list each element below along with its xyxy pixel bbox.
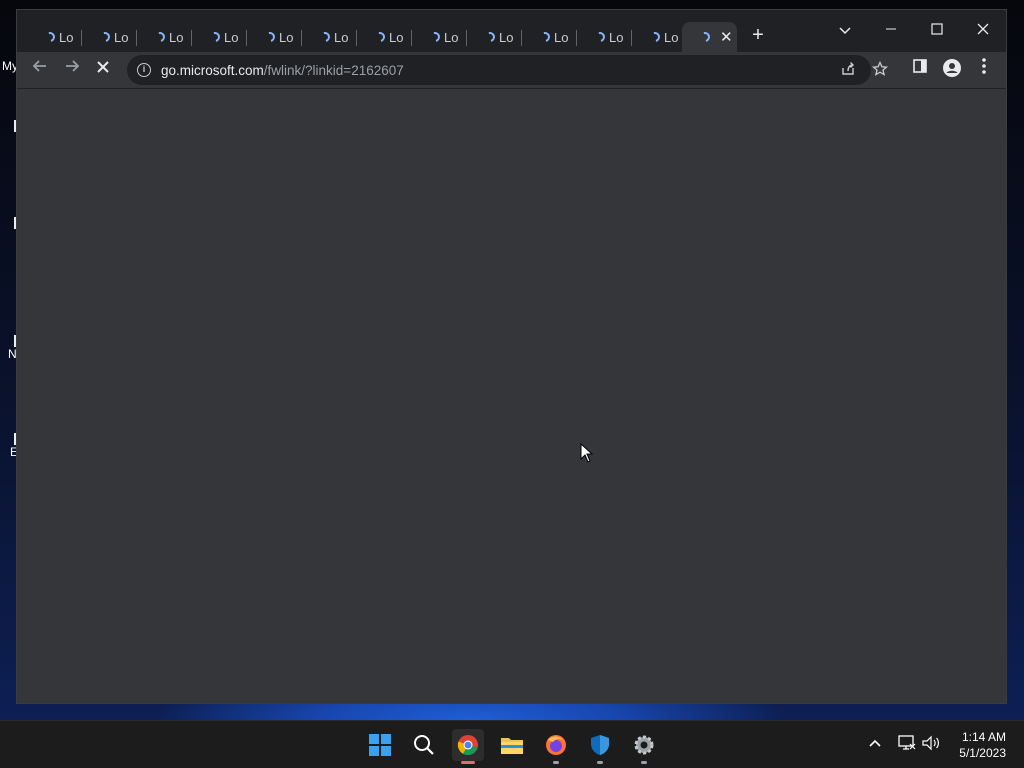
- loading-spinner-icon: [648, 30, 662, 44]
- network-icon[interactable]: [898, 735, 916, 754]
- forward-arrow-icon[interactable]: [60, 58, 84, 82]
- loading-spinner-icon: [538, 30, 552, 44]
- tab-title: Lo: [114, 29, 129, 45]
- loading-spinner-icon: [318, 30, 332, 44]
- tab-title: Lo: [554, 29, 569, 45]
- clock-date: 5/1/2023: [959, 746, 1006, 760]
- page-content[interactable]: [17, 89, 1006, 703]
- settings-icon[interactable]: [628, 729, 660, 764]
- file-explorer-icon[interactable]: [496, 729, 528, 761]
- taskbar: 1:14 AM 5/1/2023: [0, 720, 1024, 768]
- tab[interactable]: Lo: [27, 22, 82, 52]
- tab-strip: Lo Lo Lo Lo Lo Lo Lo Lo Lo Lo Lo Lo ✕ +: [17, 10, 1006, 52]
- desktop-icon-label: E: [10, 445, 19, 459]
- clock-time: 1:14 AM: [961, 730, 1006, 744]
- tab-title: Lo: [224, 29, 239, 45]
- desktop-icon[interactable]: E: [0, 433, 20, 459]
- tab-title: Lo: [334, 29, 349, 45]
- share-icon[interactable]: [836, 61, 860, 85]
- tab[interactable]: Lo: [412, 22, 467, 52]
- desktop-icon-label: My: [2, 59, 18, 73]
- firefox-icon[interactable]: [540, 729, 572, 764]
- kebab-menu-icon[interactable]: [972, 58, 996, 82]
- search-icon[interactable]: [408, 729, 440, 761]
- loading-spinner-icon: [593, 30, 607, 44]
- tab-active[interactable]: ✕: [682, 22, 737, 52]
- tab-title: Lo: [499, 29, 514, 45]
- close-window-icon[interactable]: [960, 16, 1006, 46]
- maximize-icon[interactable]: [914, 16, 960, 46]
- tab-title: Lo: [609, 29, 624, 45]
- close-tab-icon[interactable]: ✕: [720, 28, 733, 46]
- site-info-icon[interactable]: i: [137, 63, 151, 77]
- tab-title: Lo: [664, 29, 679, 45]
- defender-icon[interactable]: [584, 729, 616, 764]
- bookmark-star-icon[interactable]: [868, 60, 892, 85]
- tab-title: Lo: [389, 29, 404, 45]
- tab[interactable]: Lo: [137, 22, 192, 52]
- stop-loading-icon[interactable]: [91, 58, 115, 82]
- side-panel-icon[interactable]: [908, 58, 932, 82]
- tab-title: Lo: [59, 29, 74, 45]
- loading-spinner-icon: [698, 30, 712, 44]
- loading-spinner-icon: [208, 30, 222, 44]
- loading-spinner-icon: [153, 30, 167, 44]
- loading-spinner-icon: [428, 30, 442, 44]
- chevron-up-icon[interactable]: [868, 735, 882, 751]
- desktop-icon[interactable]: [0, 120, 20, 132]
- loading-spinner-icon: [483, 30, 497, 44]
- tab[interactable]: Lo: [82, 22, 137, 52]
- loading-spinner-icon: [263, 30, 277, 44]
- tab-search-icon[interactable]: [822, 16, 868, 46]
- tab[interactable]: Lo: [467, 22, 522, 52]
- browser-window: Lo Lo Lo Lo Lo Lo Lo Lo Lo Lo Lo Lo ✕ +: [17, 10, 1006, 703]
- tab[interactable]: Lo: [632, 22, 687, 52]
- tab[interactable]: Lo: [357, 22, 412, 52]
- system-clock[interactable]: 1:14 AM 5/1/2023: [959, 729, 1006, 761]
- profile-avatar-icon[interactable]: [940, 58, 964, 82]
- volume-icon[interactable]: [922, 735, 942, 754]
- loading-spinner-icon: [98, 30, 112, 44]
- browser-toolbar: i go.microsoft.com/fwlink/?linkid=216260…: [17, 52, 1006, 88]
- desktop-icon-label: N: [8, 347, 17, 361]
- tab[interactable]: Lo: [577, 22, 632, 52]
- back-arrow-icon[interactable]: [28, 58, 52, 82]
- chrome-icon[interactable]: [452, 729, 484, 764]
- address-bar[interactable]: i go.microsoft.com/fwlink/?linkid=216260…: [127, 55, 871, 85]
- tab-title: Lo: [169, 29, 184, 45]
- start-icon[interactable]: [364, 729, 396, 761]
- desktop-icon[interactable]: [0, 217, 20, 229]
- new-tab-button[interactable]: +: [748, 25, 768, 46]
- url-host: go.microsoft.com: [161, 62, 264, 78]
- tab-title: Lo: [279, 29, 294, 45]
- tab[interactable]: Lo: [247, 22, 302, 52]
- desktop-icon[interactable]: N: [0, 335, 20, 361]
- loading-spinner-icon: [373, 30, 387, 44]
- minimize-icon[interactable]: [868, 16, 914, 46]
- tab-title: Lo: [444, 29, 459, 45]
- tab[interactable]: Lo: [192, 22, 247, 52]
- tab[interactable]: Lo: [522, 22, 577, 52]
- url-path: /fwlink/?linkid=2162607: [263, 62, 404, 78]
- tab[interactable]: Lo: [302, 22, 357, 52]
- loading-spinner-icon: [43, 30, 57, 44]
